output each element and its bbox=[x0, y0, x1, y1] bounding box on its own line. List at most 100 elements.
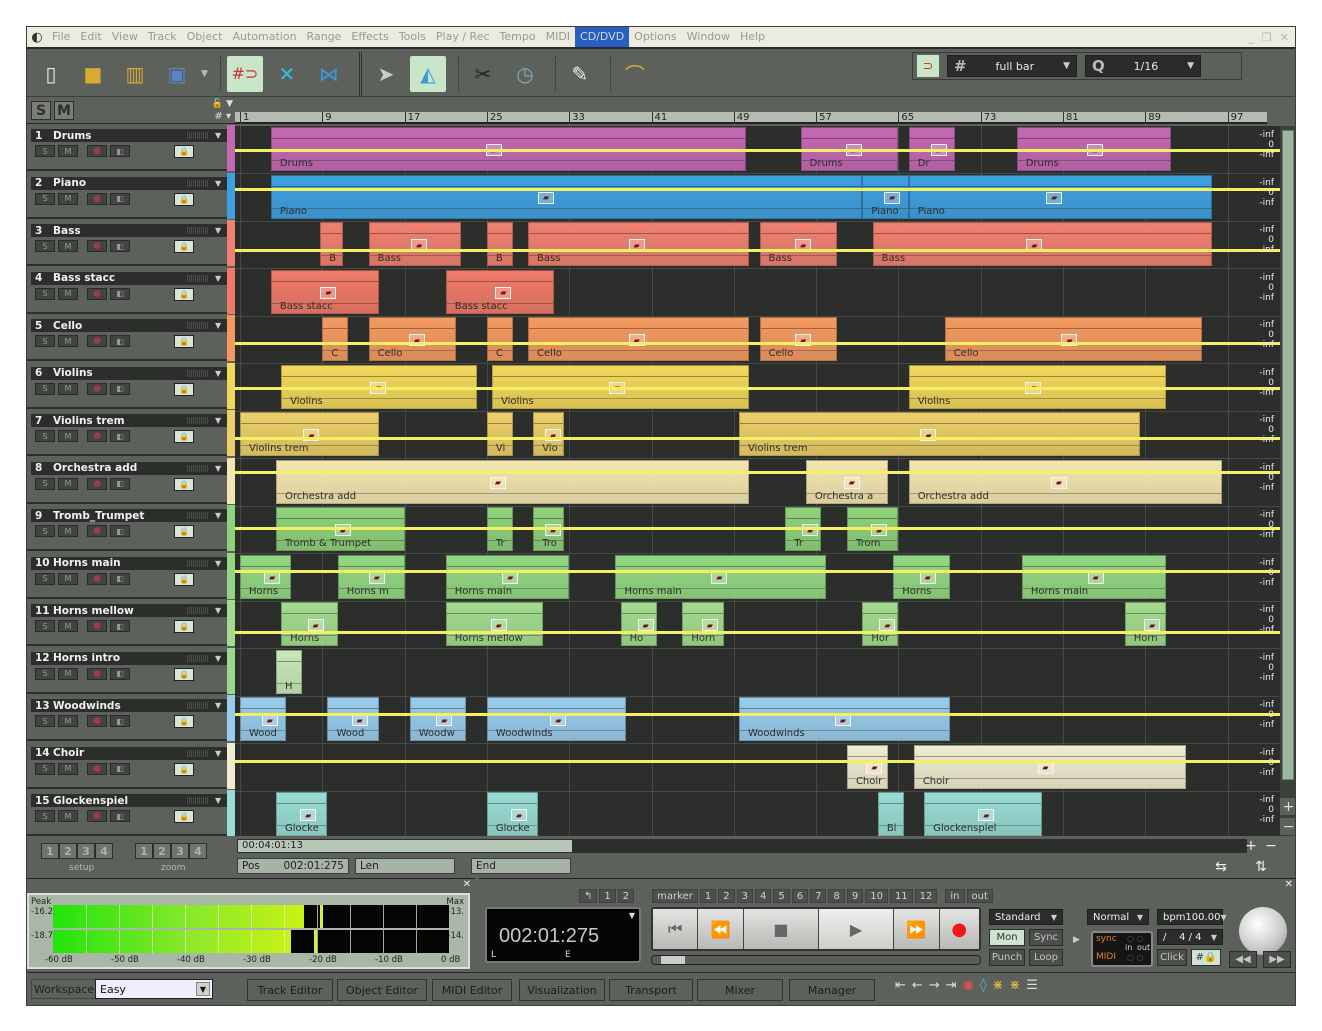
track-header-choir[interactable]: 14 Choir ▼ S M ● ◧ 🔒 bbox=[27, 742, 235, 789]
mute-button[interactable]: M bbox=[58, 715, 78, 727]
audio-clip[interactable]: ▰ Bass bbox=[528, 222, 750, 266]
effect-plugin-icon[interactable]: ▰ bbox=[1050, 476, 1067, 489]
record-arm-button[interactable]: ● bbox=[87, 810, 107, 822]
solo-button[interactable]: S bbox=[35, 145, 55, 157]
track-lane[interactable]: ▰Violins▰Violins▰Violins-inf0-inf bbox=[235, 364, 1280, 412]
record-arm-button[interactable]: ● bbox=[87, 715, 107, 727]
cut-tool-button[interactable]: ✂ bbox=[465, 56, 501, 92]
track-name[interactable]: Choir bbox=[53, 747, 187, 759]
close-transport-icon[interactable]: ✕ bbox=[1285, 879, 1293, 890]
track-menu-chevron-icon[interactable]: ▼ bbox=[215, 131, 227, 140]
arrow-right-icon[interactable]: → bbox=[929, 978, 940, 993]
expand-arrow-icon[interactable]: ▶ bbox=[1073, 935, 1080, 945]
chevron-down-icon[interactable]: ▼ bbox=[629, 911, 635, 920]
audio-clip[interactable]: ▰ Bass bbox=[368, 222, 462, 266]
effect-plugin-icon[interactable]: ▰ bbox=[495, 286, 512, 299]
range-tool-button[interactable]: ◭ bbox=[409, 55, 446, 92]
menu-range[interactable]: Range bbox=[302, 27, 347, 47]
record-arm-button[interactable]: ● bbox=[87, 572, 107, 585]
track-lane[interactable]: C ▰ Cello C ▰ Cello ▰ Cello ▰ Cello -inf 0 -inf bbox=[235, 316, 1280, 364]
monitor-button[interactable]: ◧ bbox=[110, 715, 130, 727]
mute-button[interactable]: M bbox=[58, 572, 78, 585]
tab-midi-editor[interactable]: MIDI Editor bbox=[432, 979, 512, 1001]
maximize-icon[interactable]: ❐ bbox=[1262, 31, 1272, 44]
tab-mixer[interactable]: Mixer bbox=[697, 979, 783, 1001]
menu-object[interactable]: Object bbox=[182, 27, 228, 47]
track-menu-chevron-icon[interactable]: ▼ bbox=[215, 464, 227, 473]
audio-clip[interactable]: C bbox=[322, 317, 349, 361]
volume-automation-line[interactable] bbox=[235, 471, 1280, 475]
menu-automation[interactable]: Automation bbox=[227, 27, 301, 47]
save-dropdown-icon[interactable]: ▼ bbox=[201, 69, 208, 79]
record-arm-button[interactable]: ● bbox=[87, 525, 107, 537]
audio-clip[interactable]: ▰ Horn bbox=[682, 602, 724, 646]
track-header-cello[interactable]: 5 Cello ▼ S M ● ◧ 🔒 bbox=[27, 315, 235, 361]
jog-rewind-button[interactable]: ◀◀ bbox=[1229, 951, 1257, 968]
track-name[interactable]: Tromb_Trumpet bbox=[53, 510, 187, 522]
track-header-piano[interactable]: 2 Piano ▼ S M ● ◧ 🔒 bbox=[27, 172, 235, 219]
tab-object-editor[interactable]: Object Editor bbox=[337, 979, 427, 1001]
mute-button[interactable]: M bbox=[58, 477, 78, 490]
time-stretch-button[interactable]: ◷ bbox=[507, 56, 543, 92]
track-header-bass[interactable]: 3 Bass ▼ S M ● ◧ 🔒 bbox=[27, 220, 235, 266]
audio-clip[interactable]: ▰ Cello bbox=[528, 317, 750, 361]
volume-automation-line[interactable] bbox=[235, 760, 1280, 764]
lock-button[interactable]: 🔒 bbox=[174, 572, 194, 586]
lock-button[interactable]: 🔒 bbox=[174, 525, 194, 538]
menu-tools[interactable]: Tools bbox=[394, 27, 431, 47]
snap-toggle[interactable]: ⊃ bbox=[917, 55, 939, 77]
track-name[interactable]: Glockenspiel bbox=[53, 795, 187, 807]
snap-grid-dropdown[interactable]: # full bar ▼ bbox=[947, 55, 1077, 77]
effect-plugin-icon[interactable]: ▰ bbox=[978, 809, 995, 821]
track-header-orchestra-add[interactable]: 8 Orchestra add ▼ S M ● ◧ 🔒 bbox=[27, 457, 235, 504]
marker-button[interactable]: 6 bbox=[791, 889, 809, 903]
volume-automation-line[interactable] bbox=[235, 248, 1280, 252]
loop-button[interactable]: Loop bbox=[1029, 949, 1063, 966]
effect-plugin-icon[interactable]: ▰ bbox=[637, 619, 654, 631]
audio-clip[interactable]: ▰ Cello bbox=[944, 317, 1202, 361]
marker-in-button[interactable]: in bbox=[945, 889, 965, 903]
effect-plugin-icon[interactable]: ▰ bbox=[489, 476, 506, 489]
effect-plugin-icon[interactable]: ▰ bbox=[1046, 191, 1063, 204]
monitor-button[interactable]: ◧ bbox=[110, 145, 130, 157]
audio-clip[interactable]: ▰ Glocke bbox=[276, 792, 328, 836]
record-arm-button[interactable]: ● bbox=[87, 477, 107, 490]
grid-menu-icon[interactable]: # ▾ bbox=[214, 111, 231, 122]
menu-effects[interactable]: Effects bbox=[346, 27, 393, 47]
marker-button[interactable]: 3 bbox=[736, 889, 753, 903]
record-arm-button[interactable]: ● bbox=[87, 620, 107, 632]
volume-automation-line[interactable] bbox=[235, 527, 1280, 531]
audio-clip[interactable]: C bbox=[486, 317, 513, 361]
monitor-button[interactable]: ◧ bbox=[110, 192, 130, 205]
marker-red-icon[interactable]: ◉ bbox=[963, 978, 974, 993]
audio-clip[interactable]: ▰ Horns bbox=[893, 554, 950, 599]
effect-plugin-icon[interactable]: ▰ bbox=[843, 476, 860, 489]
zoom-in-vertical-button[interactable]: + bbox=[1280, 798, 1295, 815]
curve-tool-button[interactable]: ⌒ bbox=[617, 56, 653, 92]
solo-button[interactable]: S bbox=[35, 525, 55, 537]
track-header-horns-main[interactable]: 10 Horns main ▼ S M ● ◧ 🔒 bbox=[27, 552, 235, 599]
click-button[interactable]: Click bbox=[1157, 949, 1187, 966]
crossfade-edit-button[interactable]: ⋈ bbox=[311, 56, 347, 92]
record-arm-button[interactable]: ● bbox=[87, 430, 107, 442]
volume-automation-line[interactable] bbox=[235, 630, 1280, 634]
list-icon[interactable]: ☰ bbox=[1026, 978, 1038, 993]
audio-clip[interactable]: ▰ Cello bbox=[759, 317, 837, 361]
track-name[interactable]: Piano bbox=[53, 177, 187, 189]
audio-clip[interactable]: ▰ Piano bbox=[908, 174, 1213, 219]
close-icon[interactable]: ✕ bbox=[1280, 31, 1289, 44]
tab-track-editor[interactable]: Track Editor bbox=[247, 979, 333, 1001]
audio-clip[interactable]: ▰ Wood bbox=[240, 697, 287, 741]
pointer-tool-button[interactable]: ➤ bbox=[368, 56, 404, 92]
setup-preset-button[interactable]: 3 bbox=[77, 843, 95, 859]
track-menu-chevron-icon[interactable]: ▼ bbox=[215, 179, 227, 188]
effect-plugin-icon[interactable]: ▰ bbox=[307, 619, 324, 631]
lock-button[interactable]: 🔒 bbox=[174, 192, 194, 206]
monitor-button[interactable]: ◧ bbox=[110, 287, 130, 300]
jump-end-icon[interactable]: ⇥ bbox=[946, 978, 957, 993]
track-lane[interactable]: ▰ Violins trem Vi ▰ Vio ▰ Violins trem -inf 0 -in… bbox=[235, 411, 1280, 459]
tab-transport[interactable]: Transport bbox=[609, 979, 693, 1001]
audio-clip[interactable]: H bbox=[276, 649, 302, 694]
audio-clip[interactable]: ▰ Glockenspiel bbox=[924, 792, 1043, 836]
zoom-out-button[interactable]: − bbox=[1262, 837, 1280, 855]
